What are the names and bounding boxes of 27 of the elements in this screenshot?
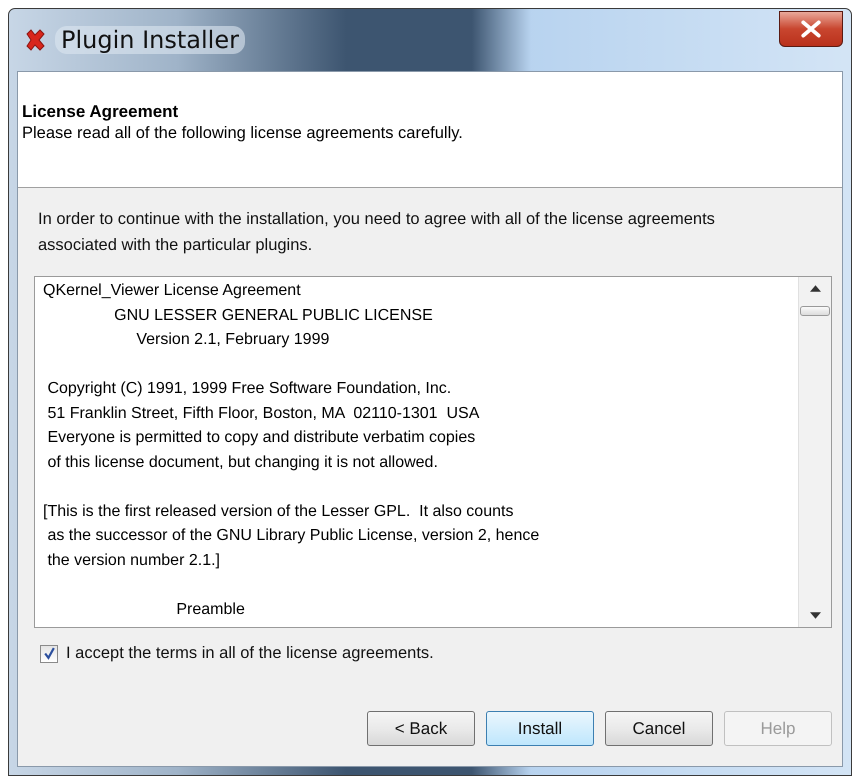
close-button[interactable] bbox=[779, 11, 843, 47]
page-title: License Agreement bbox=[22, 102, 180, 122]
checkbox-label[interactable]: I accept the terms in all of the license agreements. bbox=[66, 644, 434, 663]
scrollbar[interactable] bbox=[798, 277, 831, 627]
license-line: QKernel_Viewer License Agreement bbox=[43, 281, 302, 301]
license-line: 51 Franklin Street, Fifth Floor, Boston, MA 02110-1301 USA bbox=[46, 404, 480, 424]
instructions-text: In order to continue with the installation, you need to agree with all of the license agreements associated with the particular plugins. bbox=[37, 209, 716, 256]
license-line: Preamble bbox=[175, 600, 246, 620]
license-line: GNU LESSER GENERAL PUBLIC LICENSE bbox=[113, 306, 434, 326]
license-line: Version 2.1, February 1999 bbox=[135, 330, 330, 350]
license-line: as the successor of the GNU Library Public License, version 2, hence bbox=[46, 526, 540, 546]
dialog-button[interactable]: Cancel bbox=[605, 711, 713, 746]
scrollbar-thumb[interactable] bbox=[800, 306, 830, 316]
scroll-down-icon[interactable] bbox=[810, 612, 820, 619]
license-text-area[interactable] bbox=[34, 276, 832, 628]
license-line: [This is the first released version of the Lesser GPL. It also counts bbox=[43, 502, 514, 522]
close-icon bbox=[800, 20, 822, 38]
dialog-button[interactable]: < Back bbox=[367, 711, 475, 746]
scroll-up-icon[interactable] bbox=[810, 285, 820, 292]
window-title: Plugin Installer bbox=[55, 26, 245, 54]
page-subtitle: Please read all of the following license agreements carefully. bbox=[22, 124, 464, 143]
checkbox[interactable] bbox=[40, 644, 58, 662]
dialog-button[interactable]: Install bbox=[486, 711, 594, 746]
license-line: the version number 2.1.] bbox=[46, 550, 221, 570]
license-line: Everyone is permitted to copy and distribute verbatim copies bbox=[46, 428, 476, 448]
license-line: Copyright (C) 1991, 1999 Free Software Foundation, Inc. bbox=[46, 379, 452, 399]
license-line: of this license document, but changing it is not allowed. bbox=[46, 452, 439, 472]
